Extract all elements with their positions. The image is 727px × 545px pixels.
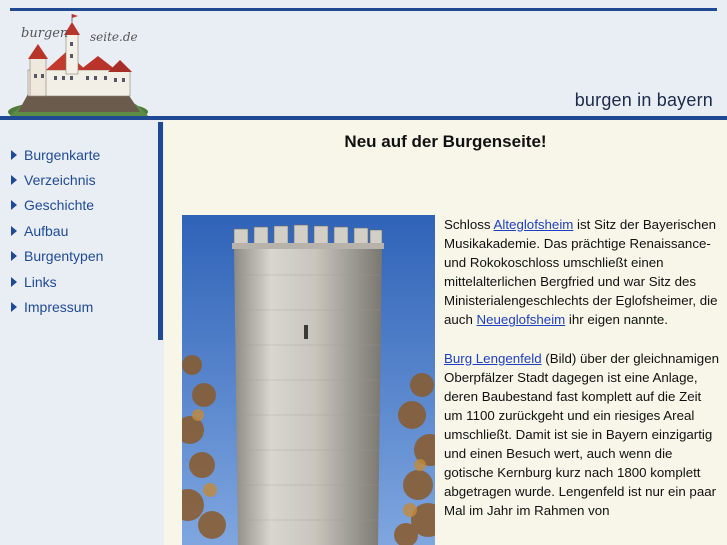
triangle-right-icon [11, 225, 17, 236]
sidebar-nav: Burgenkarte Verzeichnis Geschichte Aufba… [11, 142, 103, 320]
triangle-right-icon [11, 149, 17, 160]
text-segment: ihr eigen nannte. [565, 312, 668, 328]
site-logo[interactable]: burgen seite.de [8, 12, 150, 124]
page-headline: Neu auf der Burgenseite! [344, 132, 547, 151]
triangle-right-icon [11, 200, 17, 211]
text-segment: Schloss [444, 217, 494, 232]
nav-item-links[interactable]: Links [11, 269, 103, 294]
link-alteglofsheim[interactable]: Alteglofsheim [494, 217, 574, 232]
triangle-right-icon [11, 251, 17, 262]
article-text: Schloss Alteglofsheim ist Sitz der Bayer… [444, 215, 719, 539]
nav-item-verzeichnis[interactable]: Verzeichnis [11, 167, 103, 192]
nav-item-label: Impressum [24, 299, 94, 316]
nav-item-burgenkarte[interactable]: Burgenkarte [11, 142, 103, 167]
paragraph-lengenfeld: Burg Lengenfeld (Bild) über der gleichna… [444, 349, 719, 521]
triangle-right-icon [11, 175, 17, 186]
tower-image-icon [182, 215, 435, 545]
nav-item-label: Burgentypen [24, 248, 104, 265]
nav-item-label: Links [24, 273, 57, 290]
text-segment: (Bild) über der gleichnamigen Oberpfälze… [444, 350, 719, 519]
triangle-right-icon [11, 302, 17, 313]
header-top-rule [10, 8, 717, 11]
nav-item-impressum[interactable]: Impressum [11, 294, 103, 319]
sidebar-accent-bar [158, 122, 163, 340]
castle-tower-photo [182, 215, 435, 545]
nav-item-label: Geschichte [24, 197, 95, 214]
nav-item-geschichte[interactable]: Geschichte [11, 193, 103, 218]
nav-item-label: Aufbau [24, 222, 69, 239]
nav-item-burgentypen[interactable]: Burgentypen [11, 244, 103, 269]
link-neueglofsheim[interactable]: Neueglofsheim [477, 312, 566, 327]
paragraph-alteglofsheim: Schloss Alteglofsheim ist Sitz der Bayer… [444, 215, 719, 330]
nav-item-label: Burgenkarte [24, 146, 101, 163]
main-content: Neu auf der Burgenseite! Schloss Alteglo… [164, 120, 727, 545]
site-title: burgen in bayern [574, 90, 713, 110]
logo-text-right: seite.de [90, 30, 138, 44]
page-header: burgen seite.de burgen in bayern [0, 0, 727, 124]
sidebar: Burgenkarte Verzeichnis Geschichte Aufba… [0, 120, 164, 545]
text-segment: ist Sitz der Bayerischen Musikakademie. … [444, 217, 718, 328]
nav-item-label: Verzeichnis [24, 172, 96, 189]
link-burg-lengenfeld[interactable]: Burg Lengenfeld [444, 351, 542, 366]
logo-text-left: burgen [21, 26, 69, 41]
triangle-right-icon [11, 276, 17, 287]
nav-item-aufbau[interactable]: Aufbau [11, 218, 103, 243]
